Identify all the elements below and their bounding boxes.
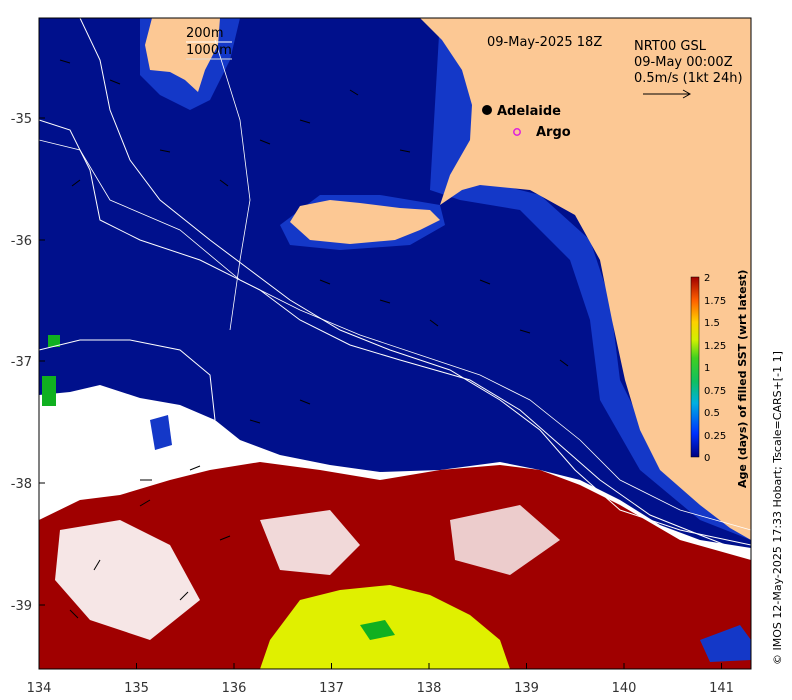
product-time: 09-May 00:00Z	[634, 55, 733, 70]
credit-text: © IMOS 12-May-2025 17:33 Hobart; Tscale=…	[771, 351, 784, 665]
x-tick-label: 139	[514, 681, 539, 696]
colorbar-tick-label: 0.25	[704, 431, 726, 442]
colorbar-title: Age (days) of filled SST (wrt latest)	[736, 270, 749, 488]
x-tick-label: 141	[709, 681, 734, 696]
adelaide-label: Adelaide	[497, 104, 561, 119]
colorbar-tick-label: 1.75	[704, 296, 726, 307]
colorbar-tick-label: 0	[704, 453, 710, 464]
colorbar-gradient	[690, 276, 700, 458]
isobath-legend-200m: 200m	[186, 26, 223, 41]
y-tick-label: -38	[11, 477, 32, 492]
adelaide-marker	[482, 105, 492, 115]
colorbar-tick-label: 1.25	[704, 341, 726, 352]
map-field	[39, 18, 751, 669]
x-tick-label: 140	[612, 681, 637, 696]
y-tick-label: -39	[11, 599, 32, 614]
colorbar-tick-label: 1.5	[704, 318, 720, 329]
isobath-legend-1000m: 1000m	[186, 43, 232, 58]
y-tick-label: -35	[11, 112, 32, 127]
green-sst-patch	[42, 376, 56, 406]
colorbar-tick-label: 2	[704, 273, 710, 284]
argo-label: Argo	[536, 125, 571, 140]
x-tick-label: 134	[27, 681, 52, 696]
y-tick-label: -37	[11, 355, 32, 370]
colorbar-tick-label: 0.75	[704, 386, 726, 397]
vector-scale: 0.5m/s (1kt 24h)	[634, 71, 743, 86]
x-tick-label: 137	[319, 681, 344, 696]
colorbar-tick-label: 0.5	[704, 408, 720, 419]
map-datetime: 09-May-2025 18Z	[487, 35, 602, 50]
sst-age-map: 134 135 136 137 138 139 140 141 -35 -36 …	[11, 17, 784, 696]
x-tick-label: 135	[124, 681, 149, 696]
y-tick-label: -36	[11, 234, 32, 249]
colorbar-tick-label: 1	[704, 363, 710, 374]
x-tick-label: 138	[417, 681, 442, 696]
product-name: NRT00 GSL	[634, 39, 707, 54]
x-tick-label: 136	[222, 681, 247, 696]
